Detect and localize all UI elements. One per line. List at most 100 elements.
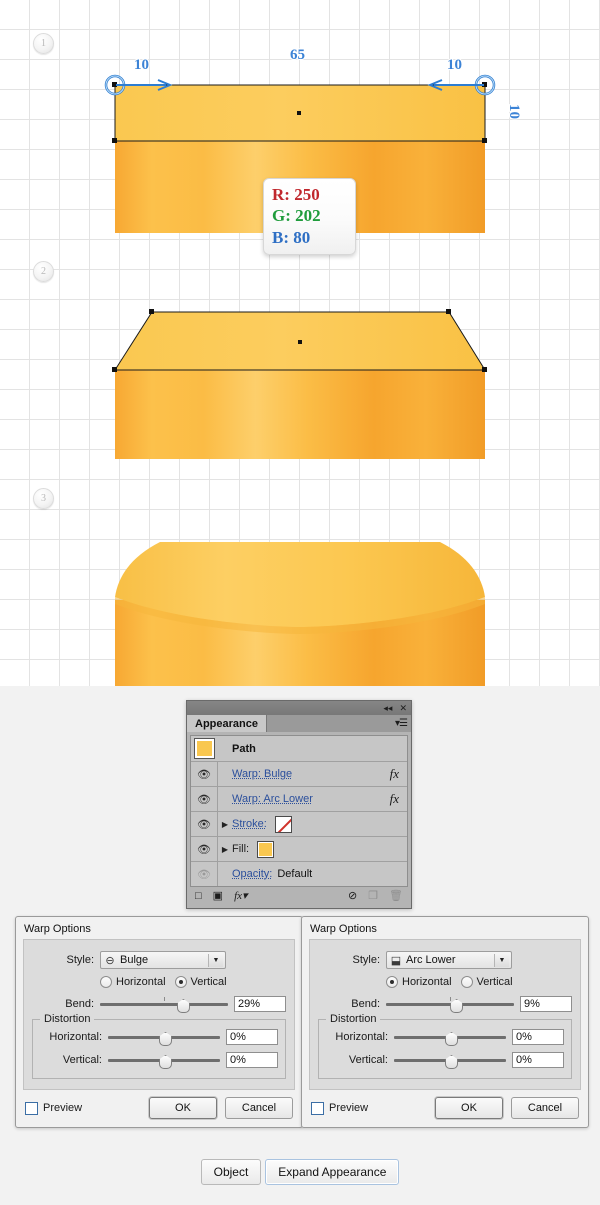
checkbox-box[interactable] (311, 1101, 324, 1115)
fx-icon[interactable]: fx (390, 791, 399, 807)
preview-checkbox[interactable]: Preview (311, 1101, 368, 1115)
panel-menu-icon[interactable]: ▾☰ (395, 718, 408, 729)
disclosure-triangle-icon[interactable]: ▶ (218, 845, 232, 854)
appearance-row-warp-arc-lower[interactable]: 👁 Warp: Arc Lower fx (191, 787, 407, 812)
add-new-fill-icon[interactable]: ▣ (213, 890, 223, 902)
appearance-object-row[interactable]: Path (191, 736, 407, 762)
warp-options-dialog-arc-lower: Warp Options Style: ⬓ Arc Lower ▼ Horizo… (301, 916, 589, 1128)
radio-horizontal[interactable]: Horizontal (100, 976, 166, 988)
appearance-row-warp-bulge[interactable]: 👁 Warp: Bulge fx (191, 762, 407, 787)
slider-knob[interactable] (445, 1055, 458, 1069)
radio-horizontal[interactable]: Horizontal (386, 976, 452, 988)
appearance-row-opacity[interactable]: 👁 Opacity: Default (191, 862, 407, 886)
radio-dot-vertical[interactable] (460, 976, 473, 988)
slider-knob[interactable] (450, 999, 464, 1013)
distortion-horizontal-input[interactable]: 0% (512, 1029, 564, 1045)
visibility-eye-icon[interactable]: 👁 (191, 862, 218, 886)
disclosure-triangle-icon[interactable]: ▶ (218, 820, 232, 829)
add-new-stroke-icon[interactable]: □ (195, 890, 202, 902)
ok-button[interactable]: OK (149, 1097, 217, 1119)
add-new-effect-icon[interactable]: fx▾ (234, 890, 247, 902)
chevron-down-icon[interactable]: ▼ (494, 953, 509, 967)
distortion-horizontal-slider[interactable] (394, 1030, 506, 1046)
style-label: Style: (66, 954, 94, 966)
cancel-button[interactable]: Cancel (511, 1097, 579, 1119)
distortion-vertical-input[interactable]: 0% (512, 1052, 564, 1068)
bend-value-input[interactable]: 29% (234, 996, 286, 1012)
distortion-vertical-slider[interactable] (394, 1053, 506, 1069)
slider-knob[interactable] (159, 1055, 172, 1069)
expand-appearance-button[interactable]: Expand Appearance (265, 1159, 400, 1185)
slider-knob[interactable] (445, 1032, 458, 1046)
radio-vertical[interactable]: Vertical (174, 976, 227, 988)
slider-track (386, 1003, 514, 1006)
radio-dot-vertical[interactable] (174, 976, 187, 988)
dialog-title: Warp Options (310, 923, 377, 935)
distortion-group: Distortion Horizontal: 0% Vertical: 0% (318, 1013, 572, 1079)
orientation-radio-group: Horizontal Vertical (386, 976, 572, 988)
object-thumbnail (194, 738, 215, 759)
fill-swatch[interactable] (257, 840, 275, 858)
duplicate-item-icon[interactable]: ❐ (368, 890, 378, 902)
style-select[interactable]: ⊖ Bulge ▼ (100, 951, 226, 969)
fx-icon[interactable]: fx (390, 766, 399, 782)
cancel-button[interactable]: Cancel (225, 1097, 293, 1119)
visibility-eye-icon[interactable]: 👁 (191, 762, 218, 786)
slider-knob[interactable] (159, 1032, 172, 1046)
tab-appearance[interactable]: Appearance (187, 715, 267, 732)
opacity-label[interactable]: Opacity: (232, 868, 272, 880)
distortion-vertical-row: Vertical: 0% (326, 1052, 564, 1069)
bend-slider[interactable] (100, 997, 228, 1013)
distortion-group-title: Distortion (40, 1013, 95, 1025)
distortion-vertical-label: Vertical: (348, 1054, 388, 1066)
effect-label-warp-arc-lower[interactable]: Warp: Arc Lower (232, 793, 313, 805)
measurement-side-height: 10 (505, 103, 523, 120)
appearance-panel-tabrow: Appearance ▾☰ (186, 715, 412, 732)
close-icon[interactable]: ✕ (399, 703, 407, 713)
radio-label-horizontal: Horizontal (116, 976, 166, 988)
style-selected-value: Bulge (120, 954, 149, 966)
radio-dot-horizontal[interactable] (386, 976, 398, 988)
style-select[interactable]: ⬓ Arc Lower ▼ (386, 951, 512, 969)
radio-dot-horizontal[interactable] (100, 976, 112, 988)
slider-knob[interactable] (176, 999, 190, 1013)
bend-slider[interactable] (386, 997, 514, 1013)
delete-item-icon[interactable]: 🗑 (389, 890, 403, 902)
distortion-vertical-input[interactable]: 0% (226, 1052, 278, 1068)
chevron-down-icon[interactable]: ▼ (208, 953, 223, 967)
ok-button[interactable]: OK (435, 1097, 503, 1119)
distortion-group: Distortion Horizontal: 0% Vertical: 0% (32, 1013, 286, 1079)
dialog-content: Style: ⬓ Arc Lower ▼ Horizontal Vertical… (309, 939, 581, 1090)
distortion-horizontal-slider[interactable] (108, 1030, 220, 1046)
bend-value-input[interactable]: 9% (520, 996, 572, 1012)
effect-label-warp-bulge[interactable]: Warp: Bulge (232, 768, 292, 780)
color-blue-value: B: 80 (272, 227, 311, 247)
distortion-horizontal-input[interactable]: 0% (226, 1029, 278, 1045)
measurement-right-offset: 10 (446, 56, 463, 74)
visibility-eye-icon[interactable]: 👁 (191, 787, 218, 811)
bend-label: Bend: (65, 998, 94, 1010)
fill-label[interactable]: Fill: (232, 843, 249, 855)
style-row: Style: ⊖ Bulge ▼ (32, 951, 286, 969)
warp-options-dialog-bulge: Warp Options Style: ⊖ Bulge ▼ Horizontal… (15, 916, 303, 1128)
clear-appearance-icon[interactable]: ⊘ (348, 890, 357, 902)
visibility-eye-icon[interactable]: 👁 (191, 837, 218, 861)
bend-row: Bend: 9% (318, 996, 572, 1013)
preview-checkbox[interactable]: Preview (25, 1101, 82, 1115)
appearance-row-stroke[interactable]: 👁 ▶ Stroke: (191, 812, 407, 837)
checkbox-box[interactable] (25, 1101, 38, 1115)
bend-label: Bend: (351, 998, 380, 1010)
bend-row: Bend: 29% (32, 996, 286, 1013)
visibility-eye-icon[interactable]: 👁 (191, 812, 218, 836)
object-menu-button[interactable]: Object (200, 1159, 262, 1185)
radio-vertical[interactable]: Vertical (460, 976, 513, 988)
distortion-horizontal-row: Horizontal: 0% (326, 1029, 564, 1046)
appearance-row-fill[interactable]: 👁 ▶ Fill: (191, 837, 407, 862)
appearance-panel-body: Path 👁 Warp: Bulge fx 👁 Warp: Arc Lower … (186, 732, 412, 909)
distortion-group-title: Distortion (326, 1013, 381, 1025)
collapse-panel-icon[interactable]: ◂◂ (383, 703, 392, 713)
measurement-left-offset: 10 (133, 56, 150, 74)
stroke-label[interactable]: Stroke: (232, 818, 267, 830)
distortion-vertical-slider[interactable] (108, 1053, 220, 1069)
stroke-swatch-none[interactable] (274, 815, 292, 833)
